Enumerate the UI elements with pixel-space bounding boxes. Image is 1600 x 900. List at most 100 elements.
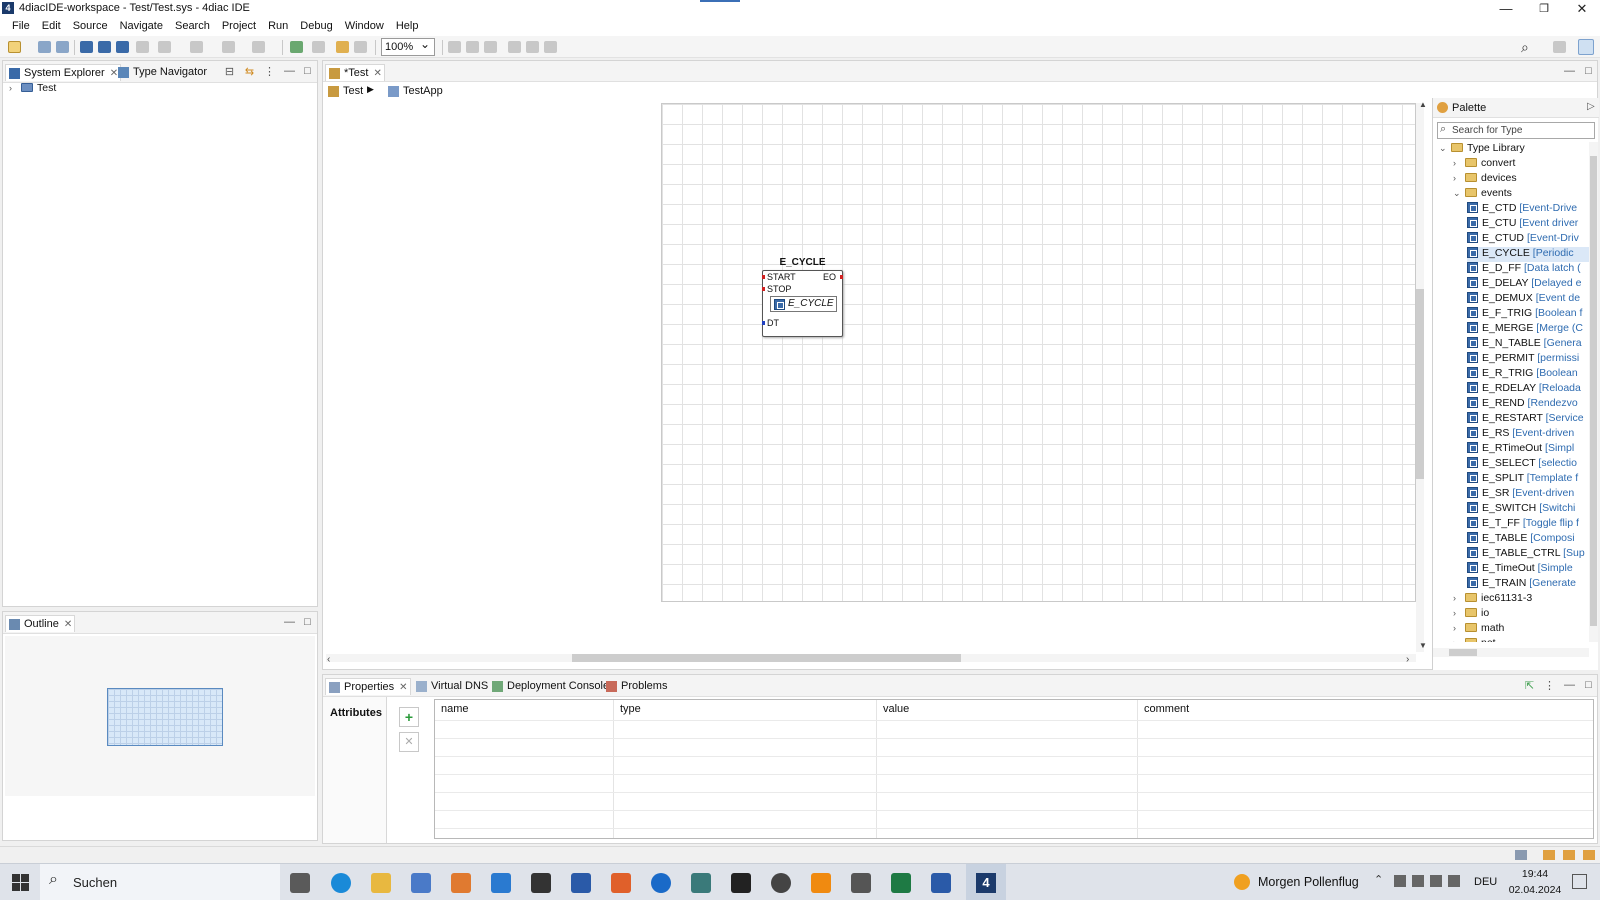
- tab-test-editor[interactable]: *Test ✕: [325, 64, 385, 81]
- palette-folder[interactable]: › io: [1453, 607, 1489, 622]
- palette-item[interactable]: E_CTD [Event-Drive: [1467, 201, 1577, 217]
- menu-debug[interactable]: Debug: [294, 18, 338, 36]
- expand-arrow-icon[interactable]: ›: [1453, 608, 1465, 618]
- restore-button[interactable]: ❐: [1526, 0, 1562, 18]
- tray-icon[interactable]: [1394, 875, 1406, 887]
- align-top-icon[interactable]: [508, 41, 521, 53]
- tab-virtual-dns[interactable]: Virtual DNS: [413, 678, 490, 695]
- system-icon[interactable]: [136, 41, 149, 53]
- status-icon[interactable]: [1543, 850, 1555, 860]
- language-indicator[interactable]: DEU: [1474, 876, 1497, 888]
- expand-arrow-icon[interactable]: ⌄: [1439, 143, 1451, 154]
- undo-icon[interactable]: [336, 41, 349, 53]
- close-tab-icon[interactable]: ✕: [64, 619, 72, 630]
- menu-project[interactable]: Project: [216, 18, 262, 36]
- store-icon[interactable]: [411, 873, 431, 893]
- new-icon[interactable]: [8, 41, 21, 53]
- palette-item[interactable]: E_SPLIT [Template f: [1467, 471, 1578, 487]
- palette-collapse-icon[interactable]: ▷: [1587, 101, 1595, 112]
- delete-attribute-button[interactable]: ✕: [399, 732, 419, 752]
- menu-edit[interactable]: Edit: [36, 18, 67, 36]
- column-comment[interactable]: comment: [1144, 703, 1189, 715]
- palette-folder[interactable]: › net: [1453, 637, 1496, 642]
- expand-arrow-icon[interactable]: ›: [1453, 623, 1465, 633]
- canvas-horizontal-scrollbar[interactable]: [326, 654, 1416, 662]
- file-explorer-icon[interactable]: [371, 873, 391, 893]
- tab-deployment-console[interactable]: Deployment Console: [489, 678, 611, 695]
- tree-item-type-library[interactable]: ⌄ Type Library: [1439, 142, 1525, 157]
- zoom-select[interactable]: 100%: [381, 37, 435, 56]
- palette-item[interactable]: E_N_TABLE [Genera: [1467, 336, 1582, 352]
- minimize-view-icon[interactable]: —: [283, 65, 296, 77]
- minimize-button[interactable]: —: [1488, 0, 1524, 18]
- mail-icon[interactable]: [491, 873, 511, 893]
- clock-time[interactable]: 19:44: [1505, 868, 1565, 880]
- column-name[interactable]: name: [441, 703, 469, 715]
- align-bottom-icon[interactable]: [544, 41, 557, 53]
- palette-item[interactable]: E_MERGE [Merge (C: [1467, 321, 1583, 337]
- adapter-icon[interactable]: [116, 41, 129, 53]
- maximize-view-icon[interactable]: □: [301, 616, 314, 628]
- settings-icon[interactable]: [771, 873, 791, 893]
- attributes-label[interactable]: Attributes: [330, 707, 382, 719]
- menu-search[interactable]: Search: [169, 18, 216, 36]
- palette-item[interactable]: E_REND [Rendezvo: [1467, 396, 1578, 412]
- menu-window[interactable]: Window: [339, 18, 390, 36]
- vertical-scroll-thumb[interactable]: [1416, 289, 1424, 479]
- tree-item-devices[interactable]: › devices: [1453, 172, 1517, 187]
- function-block-e-cycle[interactable]: START STOP EO E_CYCLE DT: [762, 270, 843, 337]
- palette-item[interactable]: E_SWITCH [Switchi: [1467, 501, 1575, 517]
- tab-type-navigator[interactable]: Type Navigator: [115, 64, 209, 81]
- palette-item[interactable]: E_TABLE [Composi: [1467, 531, 1575, 547]
- security-icon[interactable]: [731, 873, 751, 893]
- redo-icon[interactable]: [354, 41, 367, 53]
- input-start[interactable]: START: [767, 272, 796, 282]
- add-attribute-button[interactable]: +: [399, 707, 419, 727]
- tab-outline[interactable]: Outline ✕: [5, 615, 76, 632]
- palette-item[interactable]: E_TRAIN [Generate: [1467, 576, 1576, 592]
- palette-vertical-scrollbar[interactable]: [1589, 142, 1598, 642]
- palette-item[interactable]: E_RDELAY [Reloada: [1467, 381, 1581, 397]
- link-editor-icon[interactable]: ⇆: [243, 65, 256, 78]
- collapse-all-icon[interactable]: ⊟: [223, 65, 236, 78]
- palette-item[interactable]: E_D_FF [Data latch (: [1467, 261, 1581, 277]
- horizontal-scroll-thumb[interactable]: [572, 654, 961, 662]
- maximize-view-icon[interactable]: □: [301, 65, 314, 77]
- status-icon[interactable]: [1563, 850, 1575, 860]
- palette-item[interactable]: E_RTimeOut [Simpl: [1467, 441, 1574, 457]
- column-value[interactable]: value: [883, 703, 909, 715]
- align-left-icon[interactable]: [448, 41, 461, 53]
- diagram-canvas[interactable]: [661, 103, 1416, 602]
- align-middle-icon[interactable]: [526, 41, 539, 53]
- fb-type-icon[interactable]: [80, 41, 93, 53]
- composite-icon[interactable]: [98, 41, 111, 53]
- expand-arrow-icon[interactable]: ›: [1453, 593, 1465, 603]
- palette-hscroll-thumb[interactable]: [1449, 649, 1477, 656]
- input-dt[interactable]: DT: [767, 318, 779, 328]
- expand-arrow-icon[interactable]: ›: [9, 83, 21, 93]
- align-right-icon[interactable]: [484, 41, 497, 53]
- taskbar-search[interactable]: ⌕ Suchen: [40, 864, 280, 900]
- tab-system-explorer[interactable]: System Explorer ✕: [5, 64, 122, 81]
- import-icon[interactable]: [158, 41, 171, 53]
- palette-item[interactable]: E_RS [Event-driven: [1467, 426, 1574, 442]
- outline-viewport[interactable]: [107, 688, 223, 746]
- palette-item[interactable]: E_CYCLE [Periodic: [1467, 246, 1589, 262]
- tree-item-test[interactable]: › Test: [9, 82, 56, 97]
- media-icon[interactable]: [451, 873, 471, 893]
- palette-folder[interactable]: › math: [1453, 622, 1504, 637]
- palette-item[interactable]: E_DEMUX [Event de: [1467, 291, 1580, 307]
- onedrive-icon[interactable]: [1412, 875, 1424, 887]
- close-button[interactable]: ✕: [1564, 0, 1600, 18]
- ie-icon[interactable]: [651, 873, 671, 893]
- expand-arrow-icon[interactable]: ⌄: [1453, 188, 1465, 199]
- palette-search-input[interactable]: ⌕ Search for Type: [1437, 122, 1595, 139]
- breadcrumb-testapp[interactable]: TestApp: [385, 83, 445, 100]
- scroll-left-icon[interactable]: ‹: [327, 654, 330, 665]
- minimize-view-icon[interactable]: —: [1563, 65, 1576, 77]
- excel-icon[interactable]: [891, 873, 911, 893]
- tree-item-convert[interactable]: › convert: [1453, 157, 1515, 172]
- pin-icon[interactable]: ⇱: [1523, 679, 1536, 692]
- view-menu-icon[interactable]: ⋮: [1543, 679, 1556, 692]
- word-icon[interactable]: [931, 873, 951, 893]
